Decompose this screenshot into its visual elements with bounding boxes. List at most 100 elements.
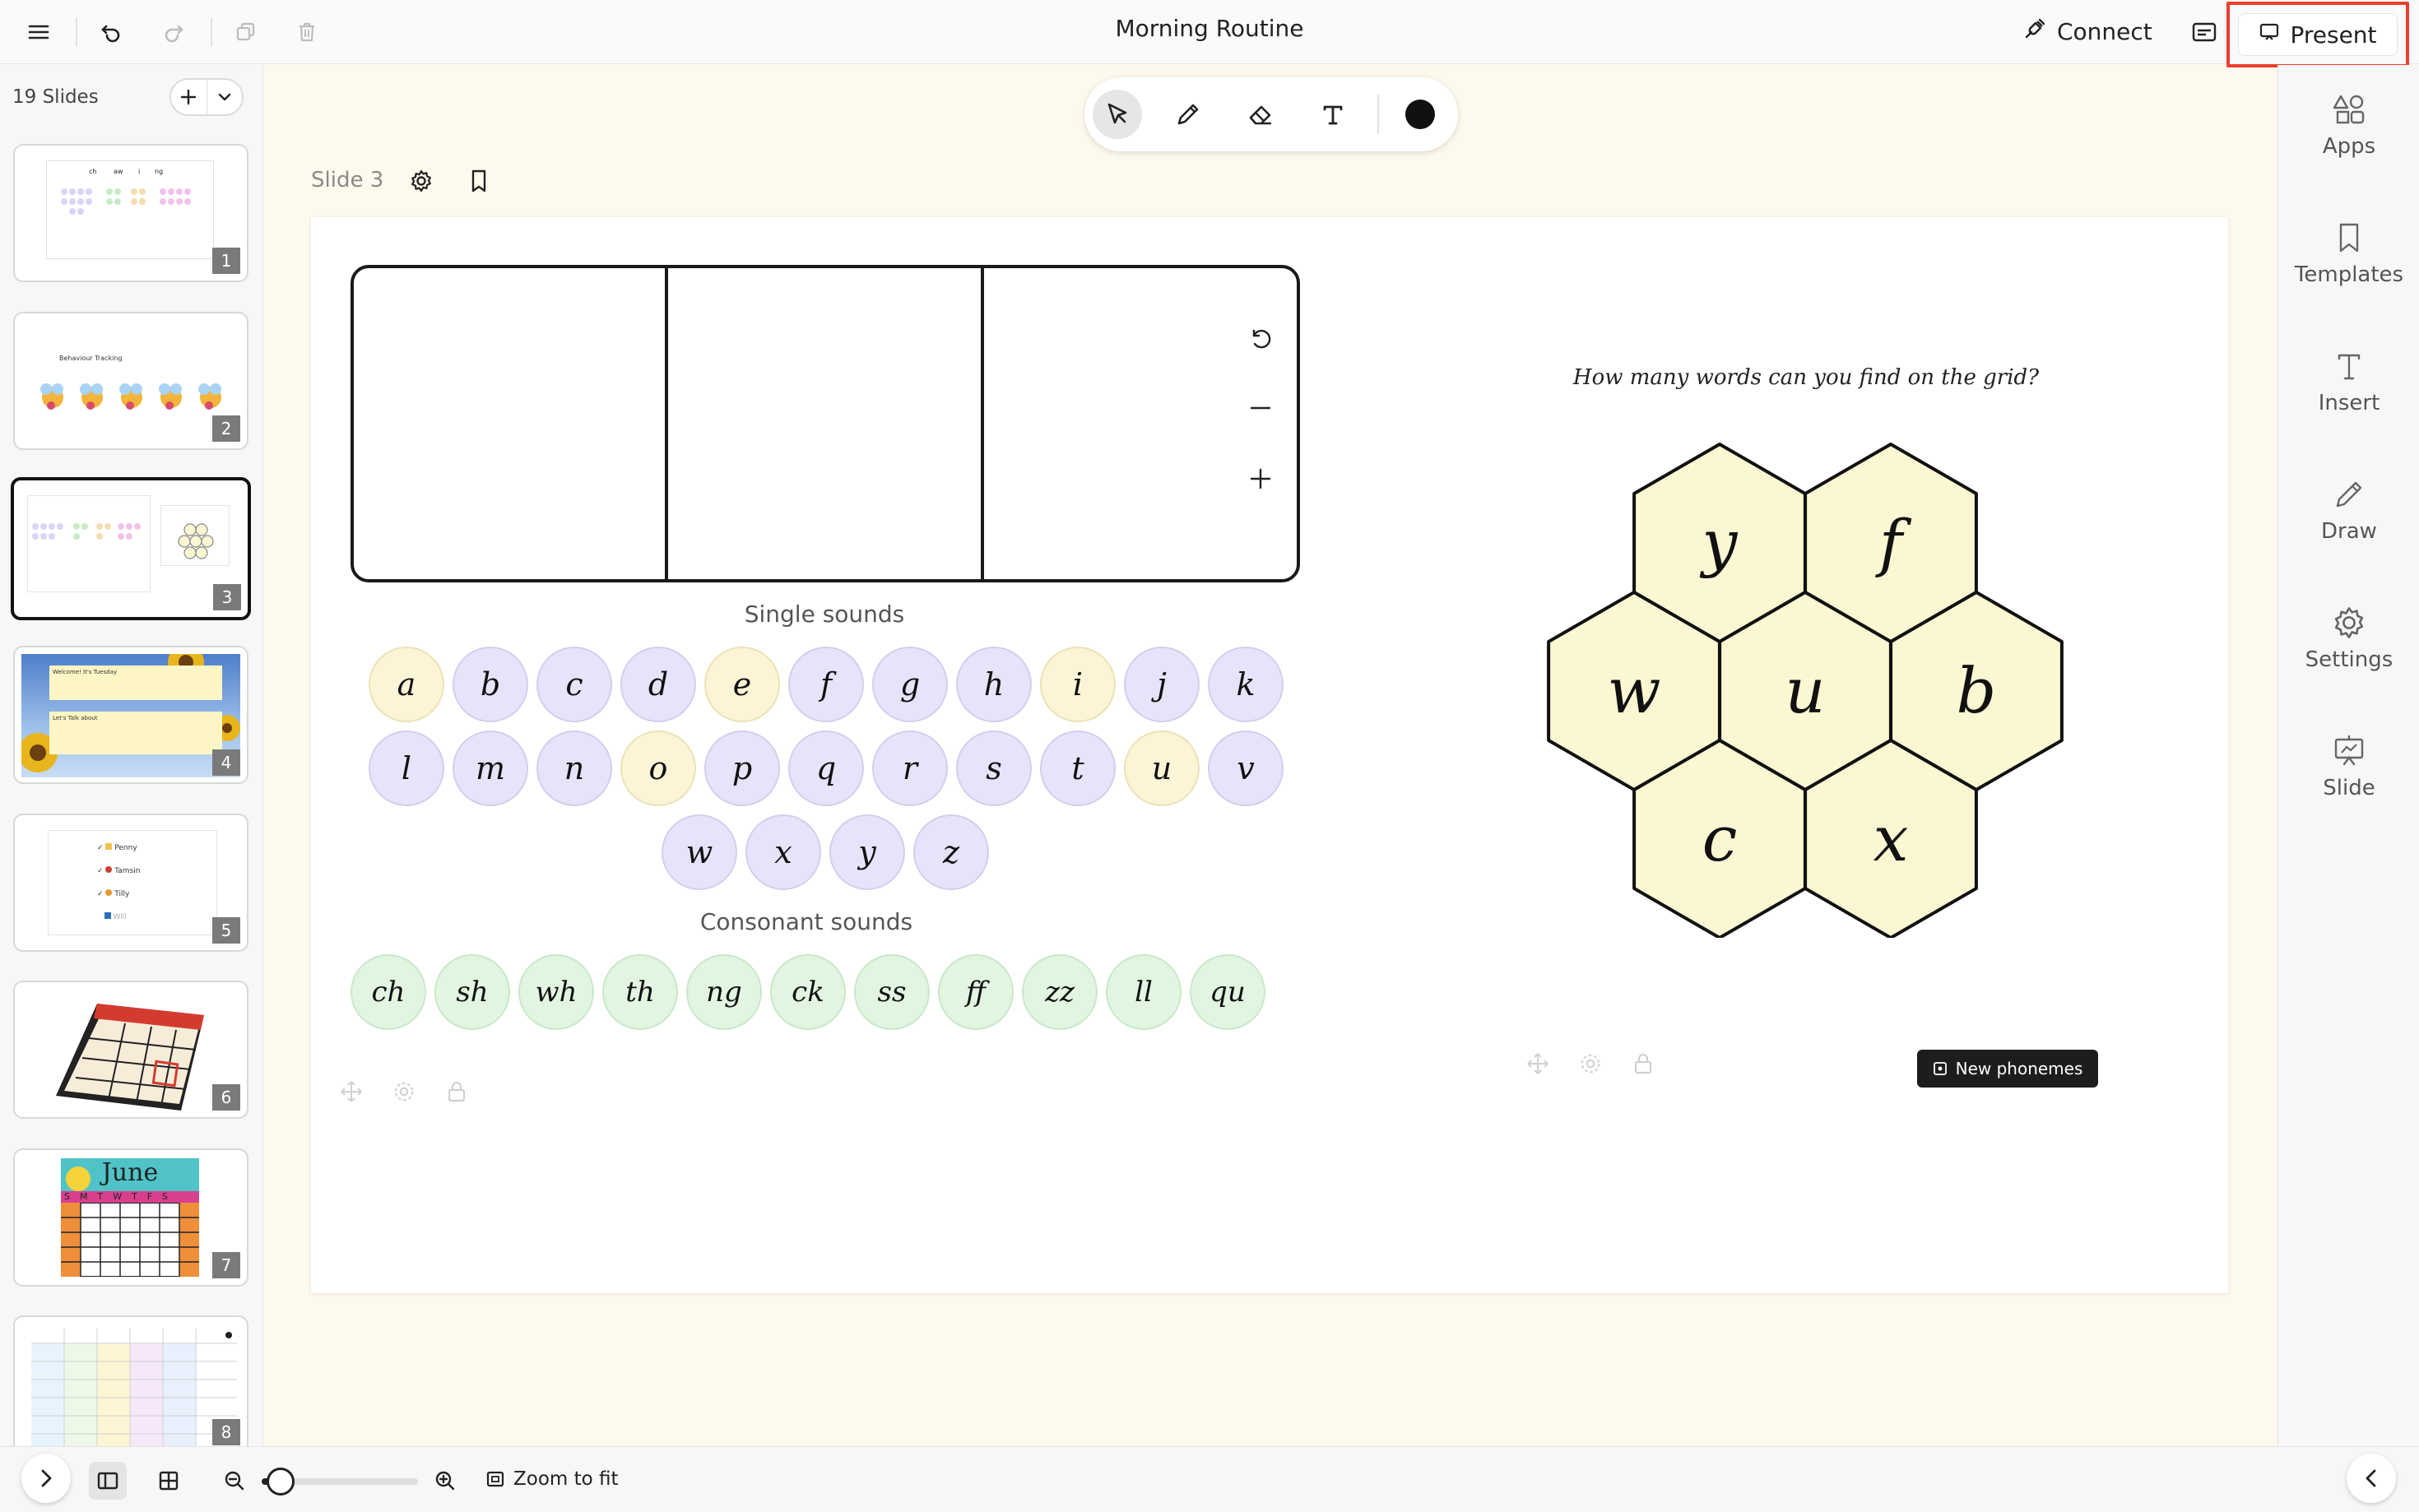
- rail-item-draw[interactable]: Draw: [2278, 476, 2419, 544]
- slide-thumbnail-1[interactable]: ch aw i ng 1: [13, 144, 248, 282]
- zoom-in-icon[interactable]: [426, 1462, 464, 1500]
- expand-panel-button[interactable]: [21, 1454, 71, 1503]
- undo-icon[interactable]: [95, 16, 127, 48]
- letter-tile-z[interactable]: z: [913, 814, 989, 890]
- letter-tile-g[interactable]: g: [872, 647, 948, 722]
- sound-tile-ch[interactable]: ch: [351, 954, 426, 1030]
- zoom-to-fit-button[interactable]: Zoom to fit: [485, 1468, 619, 1490]
- sound-tile-ff[interactable]: ff: [938, 954, 1014, 1030]
- sound-tile-ll[interactable]: ll: [1106, 954, 1182, 1030]
- letter-tile-s[interactable]: s: [956, 730, 1032, 806]
- letter-tile-n[interactable]: n: [536, 730, 612, 806]
- document-title[interactable]: Morning Routine: [1045, 15, 1374, 42]
- text-icon: [1323, 105, 1343, 125]
- letter-tile-u[interactable]: u: [1124, 730, 1200, 806]
- thumb7-weekdays: SMTWTFS: [61, 1191, 199, 1203]
- slide-bookmark-icon[interactable]: [466, 168, 492, 194]
- duplicate-icon[interactable]: [230, 16, 262, 48]
- trash-icon[interactable]: [291, 16, 323, 48]
- hex-letter-grid[interactable]: y fw u bc x: [1530, 420, 2073, 938]
- rail-item-templates[interactable]: Templates: [2278, 220, 2419, 287]
- letter-tile-x[interactable]: x: [745, 814, 821, 890]
- letter-tile-a[interactable]: a: [369, 647, 444, 722]
- lock-icon[interactable]: [1629, 1050, 1657, 1078]
- color-picker[interactable]: [1395, 90, 1445, 139]
- zoom-slider[interactable]: [262, 1468, 418, 1496]
- select-tool[interactable]: [1093, 90, 1142, 139]
- letter-tile-m[interactable]: m: [453, 730, 528, 806]
- letter-tile-j[interactable]: j: [1124, 647, 1200, 722]
- letter-tile-r[interactable]: r: [872, 730, 948, 806]
- thumb7-month: June: [101, 1158, 159, 1187]
- single-view-button[interactable]: [89, 1462, 127, 1500]
- sound-tile-zz[interactable]: zz: [1022, 954, 1098, 1030]
- sound-tile-ng[interactable]: ng: [686, 954, 762, 1030]
- slide-thumbnail-8[interactable]: 8: [13, 1315, 248, 1446]
- letter-tile-b[interactable]: b: [453, 647, 528, 722]
- sound-tile-ck[interactable]: ck: [770, 954, 846, 1030]
- lock-icon[interactable]: [443, 1078, 471, 1106]
- menu-icon[interactable]: [23, 16, 54, 48]
- letter-tile-e[interactable]: e: [704, 647, 780, 722]
- add-slide-menu-button[interactable]: [207, 80, 243, 114]
- letter-tile-v[interactable]: v: [1208, 730, 1284, 806]
- gear-icon[interactable]: [1576, 1050, 1604, 1078]
- captions-icon[interactable]: [2189, 16, 2220, 48]
- slide-number-6: 6: [212, 1084, 240, 1111]
- letter-tile-k[interactable]: k: [1208, 647, 1284, 722]
- slide-thumbnail-6[interactable]: 6: [13, 981, 248, 1119]
- sound-tile-qu[interactable]: qu: [1190, 954, 1265, 1030]
- move-icon[interactable]: [337, 1078, 365, 1106]
- eraser-tool[interactable]: [1236, 90, 1285, 139]
- letter-tile-p[interactable]: p: [704, 730, 780, 806]
- slide-thumbnail-2[interactable]: Behaviour Tracking 2: [13, 312, 248, 450]
- letter-tile-t[interactable]: t: [1040, 730, 1116, 806]
- add-slide-button[interactable]: [171, 80, 207, 114]
- new-phonemes-button[interactable]: New phonemes: [1917, 1050, 2098, 1088]
- slide-thumbnail-5[interactable]: ✓ Penny ✓ Tamsin ✓ Tilly Will 5: [13, 814, 248, 952]
- letter-tile-w[interactable]: w: [662, 814, 737, 890]
- rail-item-slide[interactable]: Slide: [2278, 733, 2419, 800]
- slide-thumbnail-7[interactable]: June SMTWTFS 7: [13, 1148, 248, 1287]
- reset-icon[interactable]: [1244, 322, 1277, 355]
- letter-tile-i[interactable]: i: [1040, 647, 1116, 722]
- bookmark-icon: [2339, 223, 2359, 253]
- letter-tile-h[interactable]: h: [956, 647, 1032, 722]
- redo-icon[interactable]: [158, 16, 189, 48]
- thumb1-header-4: ng: [155, 168, 163, 175]
- slides-count: 19 Slides: [12, 86, 99, 108]
- text-tool[interactable]: [1308, 90, 1358, 139]
- connect-button[interactable]: Connect: [2022, 13, 2152, 49]
- letter-tile-q[interactable]: q: [788, 730, 864, 806]
- rail-item-apps[interactable]: Apps: [2278, 91, 2419, 159]
- slide-thumbnail-3[interactable]: 3: [11, 477, 251, 620]
- letter-tile-f[interactable]: f: [788, 647, 864, 722]
- letter-tile-c[interactable]: c: [536, 647, 612, 722]
- sound-boxes[interactable]: [351, 265, 1300, 582]
- grid-view-button[interactable]: [150, 1462, 188, 1500]
- sound-tile-th[interactable]: th: [602, 954, 678, 1030]
- toolbar-divider: [1377, 95, 1379, 134]
- collapse-rail-button[interactable]: [2347, 1454, 2396, 1503]
- pen-tool[interactable]: [1163, 90, 1213, 139]
- slide-thumbnail-4[interactable]: Welcome! It's Tuesday Let's Talk about 4: [13, 646, 248, 784]
- sound-tile-sh[interactable]: sh: [434, 954, 510, 1030]
- presentation-icon: [2334, 735, 2364, 766]
- zoom-out-icon[interactable]: [216, 1462, 253, 1500]
- sound-tile-ss[interactable]: ss: [854, 954, 930, 1030]
- letter-tile-l[interactable]: l: [369, 730, 444, 806]
- zoom-slider-handle[interactable]: [266, 1468, 295, 1496]
- sound-tile-wh[interactable]: wh: [518, 954, 594, 1030]
- move-icon[interactable]: [1524, 1050, 1552, 1078]
- slide-settings-icon[interactable]: [408, 168, 434, 194]
- present-button[interactable]: Present: [2238, 13, 2398, 56]
- rail-item-insert[interactable]: Insert: [2278, 348, 2419, 415]
- letter-tile-d[interactable]: d: [620, 647, 696, 722]
- minus-icon[interactable]: [1244, 392, 1277, 424]
- gear-icon[interactable]: [390, 1078, 418, 1106]
- letter-tile-y[interactable]: y: [829, 814, 905, 890]
- plus-icon[interactable]: [1244, 462, 1277, 495]
- letter-tile-o[interactable]: o: [620, 730, 696, 806]
- shapes-icon: [2333, 95, 2365, 124]
- rail-item-settings[interactable]: Settings: [2278, 605, 2419, 672]
